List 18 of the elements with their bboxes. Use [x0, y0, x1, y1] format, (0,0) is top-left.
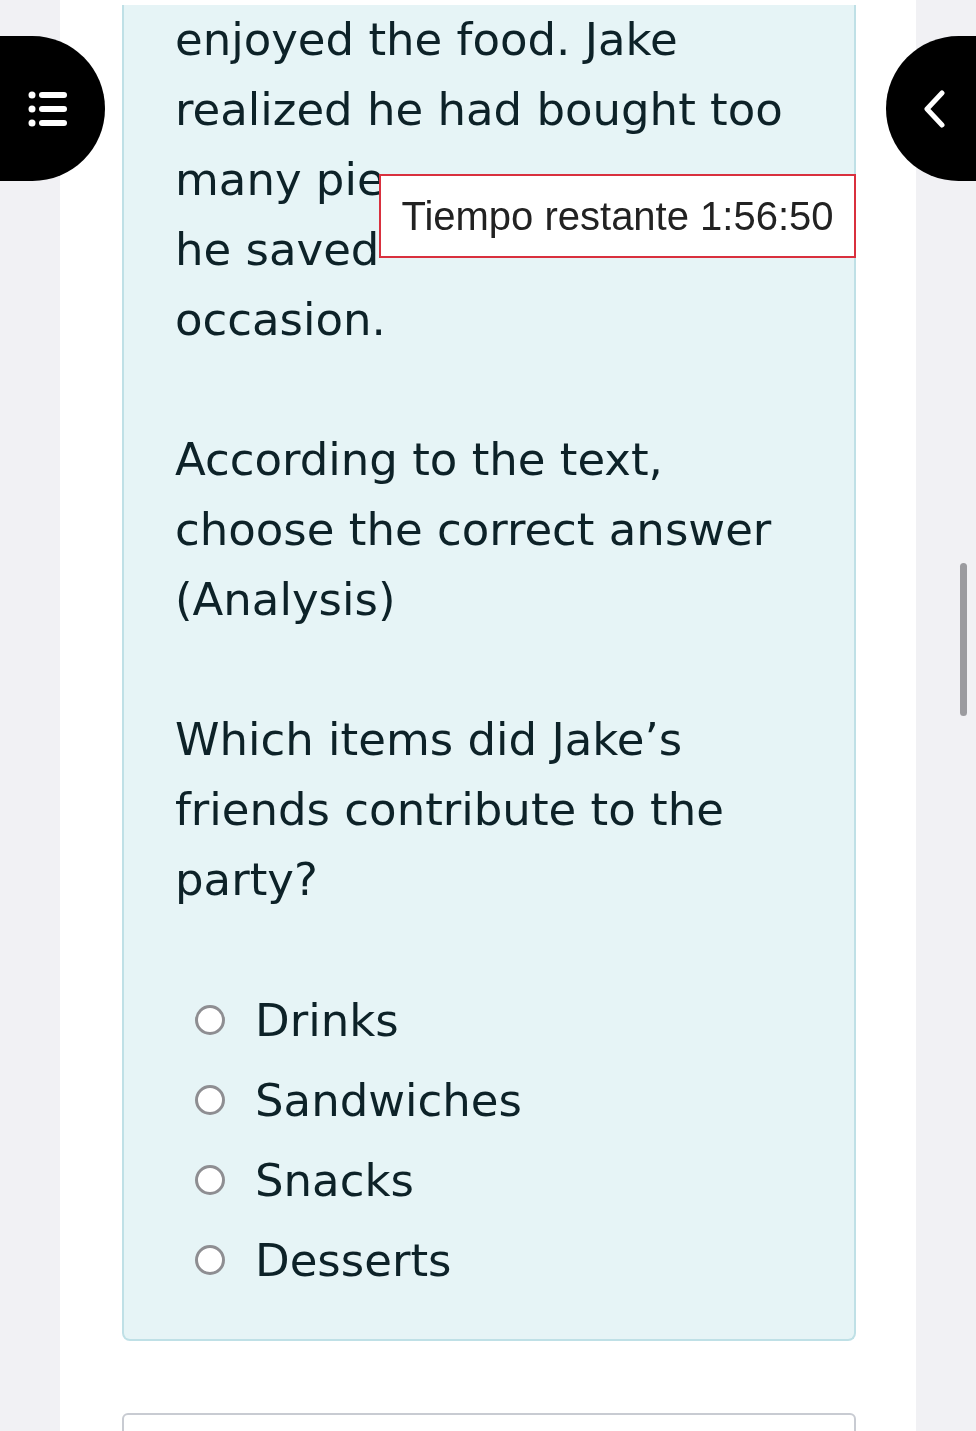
list-icon [28, 90, 68, 127]
passage-text: realized he had bought too [175, 82, 783, 138]
radio-button[interactable] [195, 1165, 225, 1195]
passage-text: he saved [175, 222, 380, 278]
scrollbar[interactable] [960, 563, 967, 716]
radio-button[interactable] [195, 1005, 225, 1035]
answer-option[interactable]: Drinks [175, 980, 814, 1060]
answer-option[interactable]: Desserts [175, 1220, 814, 1300]
chevron-left-icon [922, 89, 946, 128]
answer-option[interactable]: Snacks [175, 1140, 814, 1220]
question-text: Which items did Jake’s friends contribute to the party? [175, 712, 725, 908]
passage-text: enjoyed the food. Jake [175, 12, 678, 68]
passage-text: occasion. [175, 292, 386, 348]
radio-button[interactable] [195, 1085, 225, 1115]
radio-button[interactable] [195, 1245, 225, 1275]
instruction-text: According to the text, choose the correct answer (Analysis) [175, 432, 773, 628]
answer-option[interactable]: Sandwiches [175, 1060, 814, 1140]
timer-text: Tiempo restante 1:56:50 [379, 174, 856, 258]
